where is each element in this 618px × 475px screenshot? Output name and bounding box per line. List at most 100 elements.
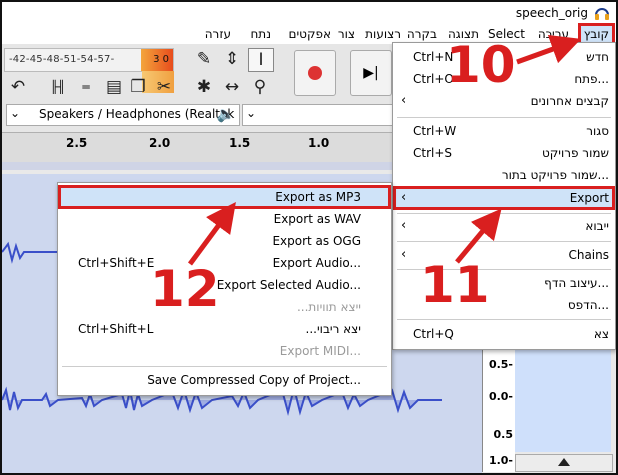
menu-file[interactable]: קובץ: [577, 23, 616, 45]
menu-item-label: ...פתח: [574, 72, 609, 86]
menu-item-save-compressed[interactable]: Save Compressed Copy of Project...: [58, 370, 391, 392]
silence-icon[interactable]: ═: [74, 76, 98, 98]
undo-icon[interactable]: ↶: [6, 76, 30, 98]
timeshift-tool-icon[interactable]: ↔: [220, 76, 244, 98]
menu-item-label: ...עיצוב הדף: [544, 276, 609, 290]
menu-item-save-project-as[interactable]: ...שמור פרויקט בתור: [393, 165, 615, 187]
scale-value: 1.0-: [488, 454, 513, 467]
app-window: speech_orig קובץ עריכה Select תצוגה בקרה…: [0, 0, 618, 475]
skip-end-icon: ▶|: [363, 65, 379, 81]
menu-item-label: Export as OGG: [272, 234, 361, 248]
menu-item-label: Export Audio...: [272, 256, 361, 270]
vertical-scale[interactable]: 0.5- 0.0- 0.5 1.0-: [482, 342, 515, 472]
playback-meter[interactable]: -42-45-48-51-54-57- 3 0: [4, 48, 174, 72]
waveform-icon[interactable]: ╟╢: [46, 76, 70, 98]
chevron-down-icon: ⌄: [10, 106, 21, 120]
chevron-left-icon: ‹: [401, 218, 407, 233]
chevron-left-icon: ‹: [401, 93, 407, 108]
menu-item-label: קבצים אחרונים: [530, 94, 609, 108]
record-icon: [308, 66, 322, 80]
zoom-tool-icon[interactable]: ⚲: [248, 76, 272, 98]
menu-separator: [397, 213, 611, 214]
ruler-tick: 2.5: [66, 136, 88, 150]
menu-item-label: שמור פרויקט: [541, 146, 609, 160]
menu-item-label: סגור: [586, 124, 609, 138]
skip-end-button[interactable]: ▶|: [350, 50, 392, 96]
selection-tool-icon[interactable]: I: [248, 48, 274, 72]
menu-item-close[interactable]: סגור Ctrl+W: [393, 121, 615, 143]
scale-value: 0.5: [493, 428, 514, 441]
meter-scale: -42-45-48-51-54-57-: [9, 54, 115, 65]
menu-item-export-mp3[interactable]: Export as MP3: [58, 185, 391, 209]
step-number: 10: [446, 36, 516, 94]
chevron-left-icon: ‹: [401, 247, 407, 262]
menu-item-exit[interactable]: צא Ctrl+Q: [393, 324, 615, 346]
menu-item-export-ogg[interactable]: Export as OGG: [58, 231, 391, 253]
menu-item-recent[interactable]: ‹ קבצים אחרונים: [393, 91, 615, 113]
menu-item-save-project[interactable]: שמור פרויקט Ctrl+S: [393, 143, 615, 165]
menu-item-shortcut: Ctrl+W: [413, 124, 457, 138]
headphones-icon: [595, 8, 609, 20]
menu-item-export-audio[interactable]: Export Audio... Ctrl+Shift+E: [58, 253, 391, 275]
output-device-label: Speakers / Headphones (Realtek: [39, 107, 235, 121]
step-number: 11: [420, 256, 490, 314]
title-bar: speech_orig: [2, 2, 616, 24]
menu-item-import[interactable]: ‹ ייבוא: [393, 216, 615, 238]
menu-tracks[interactable]: רצועות: [362, 26, 404, 42]
chevron-left-icon: ‹: [401, 190, 407, 205]
menu-help[interactable]: עזרה: [202, 26, 234, 42]
channels-select[interactable]: ⌄: [242, 104, 394, 126]
menu-item-label: Save Compressed Copy of Project...: [147, 373, 361, 387]
menu-item-label: ...שמור פרויקט בתור: [501, 168, 609, 182]
menu-item-export-wav[interactable]: Export as WAV: [58, 209, 391, 231]
menu-separator: [397, 241, 611, 242]
menu-item-label: Export: [569, 191, 609, 205]
menu-item-label: חדש: [586, 50, 609, 64]
menu-separator: [397, 319, 611, 320]
paste-icon[interactable]: ▤: [102, 76, 126, 98]
copy-icon[interactable]: ❐: [126, 76, 150, 98]
collapse-up-icon: [558, 458, 570, 466]
cut-icon[interactable]: ✂: [152, 76, 176, 98]
step-number: 12: [150, 260, 220, 318]
menu-item-label: צא: [593, 327, 609, 341]
menu-item-shortcut: Ctrl+Shift+L: [78, 322, 154, 336]
menu-item-label: ייבוא: [585, 219, 609, 233]
menu-item-shortcut: Ctrl+Q: [413, 327, 454, 341]
menu-analyze[interactable]: נתח: [247, 26, 274, 42]
scale-value: 0.0-: [488, 390, 513, 403]
menu-item-shortcut: Ctrl+S: [413, 146, 453, 160]
menu-item-export[interactable]: ‹ Export: [393, 186, 615, 210]
collapse-button[interactable]: [515, 454, 613, 472]
output-device-select[interactable]: ⌄ Speakers / Headphones (Realtek: [6, 104, 240, 126]
menu-item-label: ...הדפס: [567, 298, 609, 312]
menu-item-export-multiple[interactable]: ...יצא ריבוי Ctrl+Shift+L: [58, 319, 391, 341]
menu-generate[interactable]: צור: [335, 26, 358, 42]
menu-edit[interactable]: עריכה: [535, 26, 572, 42]
window-title: speech_orig: [515, 6, 588, 20]
menu-transport[interactable]: בקרה: [404, 26, 440, 42]
draw-tool-icon[interactable]: ✎: [192, 48, 216, 70]
export-submenu: Export as MP3 Export as WAV Export as OG…: [57, 182, 392, 396]
meter-hot-label: 3 0: [153, 54, 169, 65]
timeline-ruler[interactable]: 2.5 2.0 1.5 1.0: [2, 132, 392, 164]
menu-separator: [62, 366, 387, 367]
menu-item-label: Export MIDI...: [279, 344, 361, 358]
chevron-down-icon: ⌄: [246, 106, 257, 120]
track-selection: [515, 342, 611, 452]
scale-value: 0.5-: [488, 358, 513, 371]
menu-item-label: Export Selected Audio...: [216, 278, 361, 292]
envelope-tool-icon[interactable]: ⇕: [220, 48, 244, 70]
menu-item-export-selected[interactable]: Export Selected Audio...: [58, 275, 391, 297]
menu-item-export-midi: Export MIDI...: [58, 341, 391, 363]
multi-tool-icon[interactable]: ✱: [192, 76, 216, 98]
ruler-tick: 1.0: [308, 136, 330, 150]
menu-item-label: ...יצא ריבוי: [305, 322, 361, 336]
menu-item-label: Chains: [568, 248, 609, 262]
menu-item-label: Export as MP3: [275, 190, 361, 204]
ruler-tick: 1.5: [229, 136, 251, 150]
menu-effects[interactable]: אפקטים: [286, 26, 334, 42]
menu-separator: [397, 117, 611, 118]
record-button[interactable]: [294, 50, 336, 96]
speaker-icon: 🔈: [216, 105, 236, 123]
